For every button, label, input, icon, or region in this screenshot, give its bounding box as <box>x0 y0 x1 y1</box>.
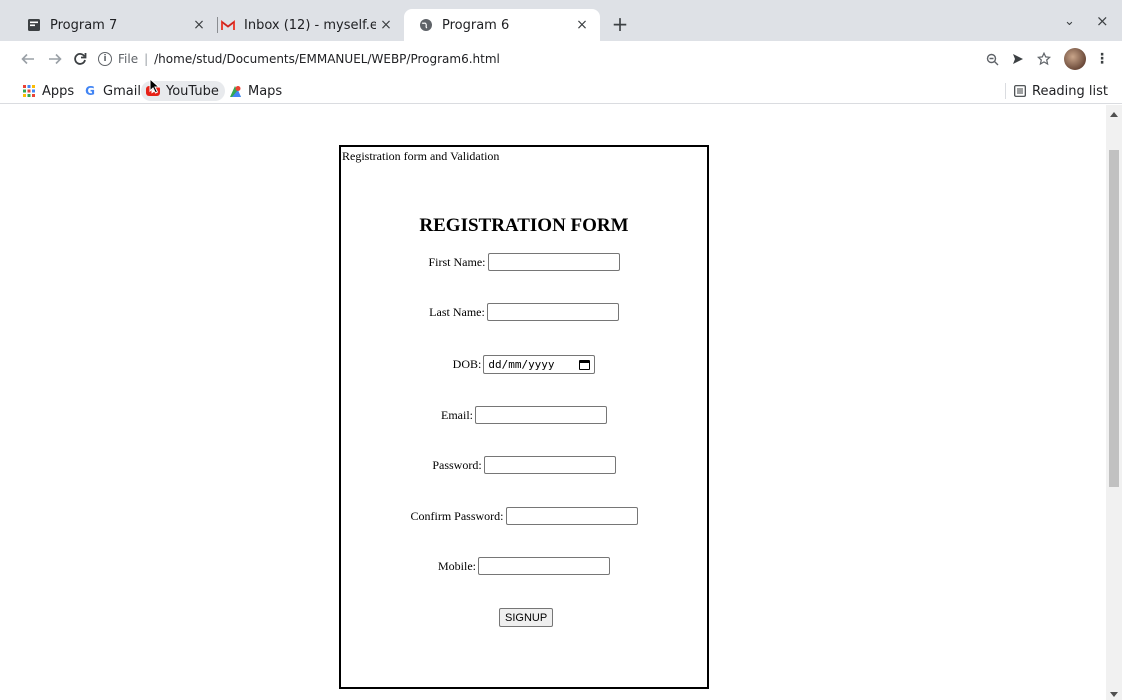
tab-search-icon[interactable]: ⌄ <box>1064 14 1075 29</box>
window-close-icon[interactable]: × <box>1096 12 1109 30</box>
email-label: Email: <box>441 407 473 422</box>
page-caption: Registration form and Validation <box>342 149 500 163</box>
last-name-row: Last Name: <box>341 303 707 321</box>
bookmark-gmail[interactable]: G Gmail <box>82 81 141 101</box>
address-scheme: File <box>118 52 139 66</box>
bookmark-label: Gmail <box>103 83 141 99</box>
menu-icon[interactable]: ⋮ <box>1092 49 1112 69</box>
confirm-password-row: Confirm Password: <box>341 507 707 525</box>
dob-row: DOB: dd/mm/yyyy <box>341 355 707 374</box>
dob-placeholder: dd/mm/yyyy <box>488 358 555 371</box>
mobile-row: Mobile: <box>341 557 707 575</box>
email-row: Email: <box>341 406 707 424</box>
star-icon[interactable] <box>1034 49 1054 69</box>
page-viewport: Registration form and Validation REGISTR… <box>0 105 1106 700</box>
scroll-down-icon[interactable] <box>1110 692 1118 697</box>
tab-title: Inbox (12) - myself.emman <box>244 17 376 33</box>
address-divider: | <box>144 52 149 66</box>
info-icon[interactable]: i <box>98 52 112 66</box>
back-icon[interactable] <box>18 49 38 69</box>
confirm-password-input[interactable] <box>505 507 638 525</box>
reading-list-label: Reading list <box>1032 83 1108 99</box>
tab-title: Program 7 <box>50 17 118 33</box>
registration-form: Registration form and Validation REGISTR… <box>339 145 709 689</box>
mobile-input[interactable] <box>478 557 610 575</box>
bookmark-maps[interactable]: Maps <box>227 81 282 101</box>
dob-label: DOB: <box>452 357 482 371</box>
password-label: Password: <box>432 457 482 472</box>
close-icon[interactable]: × <box>572 15 592 35</box>
scrollbar-thumb[interactable] <box>1109 150 1119 487</box>
address-bar[interactable]: i File | /home/stud/Documents/EMMANUEL/W… <box>98 47 978 71</box>
zoom-icon[interactable] <box>982 49 1002 69</box>
apps-grid-icon <box>21 83 37 99</box>
scrollbar[interactable] <box>1106 105 1122 700</box>
first-name-input[interactable] <box>487 253 620 271</box>
avatar[interactable] <box>1064 48 1086 70</box>
password-row: Password: <box>341 456 707 474</box>
reading-list-button[interactable]: Reading list <box>1005 81 1108 101</box>
bookmark-label: YouTube <box>166 83 219 99</box>
tab-program-7[interactable]: Program 7 × <box>12 9 217 41</box>
email-input[interactable] <box>475 406 607 424</box>
document-icon <box>26 17 42 33</box>
bookmark-label: Maps <box>248 83 283 99</box>
bookmark-apps[interactable]: Apps <box>21 81 74 101</box>
tab-program-6[interactable]: Program 6 × <box>404 9 600 41</box>
address-url: /home/stud/Documents/EMMANUEL/WEBP/Progr… <box>154 52 500 66</box>
mobile-label: Mobile: <box>438 558 476 573</box>
confirm-password-label: Confirm Password: <box>410 508 504 523</box>
scroll-up-icon[interactable] <box>1110 112 1118 117</box>
dob-input[interactable]: dd/mm/yyyy <box>483 355 596 374</box>
reading-list-icon <box>1014 85 1026 97</box>
first-name-label: First Name: <box>428 254 486 269</box>
form-heading: REGISTRATION FORM <box>419 215 629 236</box>
close-icon[interactable]: × <box>376 15 396 35</box>
signup-button[interactable]: SIGNUP <box>499 608 554 627</box>
last-name-input[interactable] <box>486 303 619 321</box>
new-tab-button[interactable]: + <box>608 12 632 36</box>
tab-title: Program 6 <box>442 17 510 33</box>
password-input[interactable] <box>483 456 616 474</box>
google-icon: G <box>85 84 95 98</box>
globe-icon <box>418 17 434 33</box>
calendar-icon[interactable] <box>579 359 591 370</box>
maps-icon <box>227 83 243 99</box>
gmail-icon <box>220 17 236 33</box>
send-icon[interactable] <box>1008 49 1028 69</box>
tab-inbox[interactable]: Inbox (12) - myself.emman × <box>206 9 404 41</box>
reload-icon[interactable] <box>70 49 90 69</box>
toolbar: i File | /home/stud/Documents/EMMANUEL/W… <box>0 41 1122 77</box>
bookmark-label: Apps <box>42 83 75 99</box>
first-name-row: First Name: <box>341 253 707 271</box>
tab-strip: Program 7 × Inbox (12) - myself.emman × … <box>0 0 1122 41</box>
last-name-label: Last Name: <box>429 304 485 319</box>
forward-icon[interactable] <box>45 49 65 69</box>
bookmarks-bar: Apps G Gmail YouTube Maps Reading list <box>0 77 1122 104</box>
